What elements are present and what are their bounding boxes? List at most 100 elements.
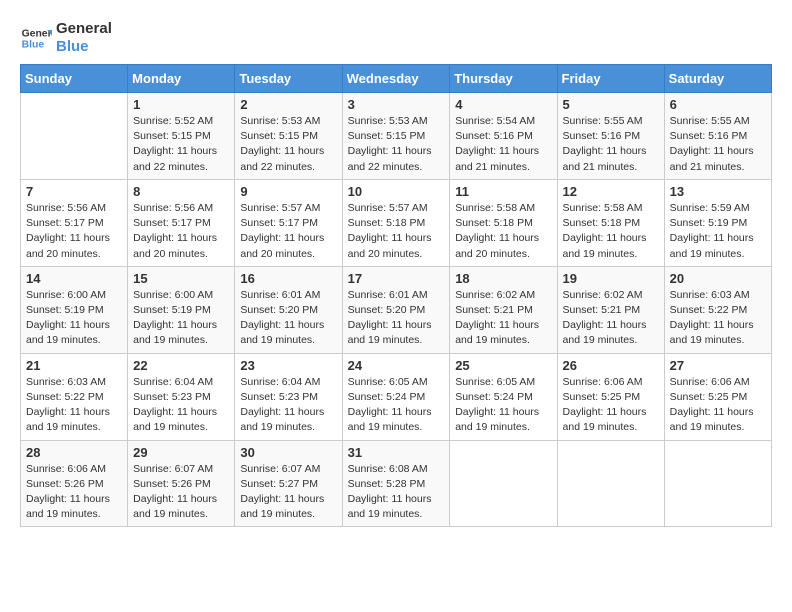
day-number: 6	[670, 97, 766, 112]
calendar-header-row: SundayMondayTuesdayWednesdayThursdayFrid…	[21, 65, 772, 93]
calendar-cell: 15Sunrise: 6:00 AM Sunset: 5:19 PM Dayli…	[128, 266, 235, 353]
day-number: 4	[455, 97, 551, 112]
svg-text:Blue: Blue	[22, 40, 45, 51]
calendar-cell: 5 Sunrise: 5:55 AM Sunset: 5:16 PM Daylig…	[557, 93, 664, 180]
day-info: Sunrise: 5:57 AM Sunset: 5:18 PM Dayligh…	[348, 201, 445, 262]
day-number: 20	[670, 271, 766, 286]
day-number: 21	[26, 358, 122, 373]
day-number: 31	[348, 445, 445, 460]
weekday-header-saturday: Saturday	[664, 65, 771, 93]
calendar-cell: 31 Sunrise: 6:08 AM Sunset: 5:28 PM Dayli…	[342, 440, 450, 527]
day-info: Sunrise: 5:58 AM Sunset: 5:18 PM Dayligh…	[563, 201, 659, 262]
calendar-cell: 18 Sunrise: 6:02 AM Sunset: 5:21 PM Dayli…	[450, 266, 557, 353]
calendar-cell: 13 Sunrise: 5:59 AM Sunset: 5:19 PM Dayli…	[664, 179, 771, 266]
day-number: 12	[563, 184, 659, 199]
calendar-cell: 29 Sunrise: 6:07 AM Sunset: 5:26 PM Dayli…	[128, 440, 235, 527]
calendar-cell: 21 Sunrise: 6:03 AM Sunset: 5:22 PM Dayli…	[21, 353, 128, 440]
weekday-header-wednesday: Wednesday	[342, 65, 450, 93]
calendar-cell: 26 Sunrise: 6:06 AM Sunset: 5:25 PM Dayli…	[557, 353, 664, 440]
day-info: Sunrise: 5:55 AM Sunset: 5:16 PM Dayligh…	[563, 114, 659, 175]
day-info: Sunrise: 6:01 AM Sunset: 5:20 PM Dayligh…	[240, 288, 336, 349]
day-info: Sunrise: 6:02 AM Sunset: 5:21 PM Dayligh…	[455, 288, 551, 349]
day-info: Sunrise: 6:03 AM Sunset: 5:22 PM Dayligh…	[26, 375, 122, 436]
calendar-week-row: 1 Sunrise: 5:52 AM Sunset: 5:15 PM Daylig…	[21, 93, 772, 180]
day-number: 18	[455, 271, 551, 286]
day-info: Sunrise: 6:03 AM Sunset: 5:22 PM Dayligh…	[670, 288, 766, 349]
day-info: Sunrise: 5:53 AM Sunset: 5:15 PM Dayligh…	[348, 114, 445, 175]
day-number: 24	[348, 358, 445, 373]
day-info: Sunrise: 6:06 AM Sunset: 5:25 PM Dayligh…	[563, 375, 659, 436]
calendar-cell	[557, 440, 664, 527]
calendar-cell: 2 Sunrise: 5:53 AM Sunset: 5:15 PM Daylig…	[235, 93, 342, 180]
day-info: Sunrise: 6:00 AM Sunset: 5:19 PM Dayligh…	[26, 288, 122, 349]
day-number: 26	[563, 358, 659, 373]
calendar-cell	[664, 440, 771, 527]
day-info: Sunrise: 6:07 AM Sunset: 5:27 PM Dayligh…	[240, 462, 336, 523]
calendar-cell: 10Sunrise: 5:57 AM Sunset: 5:18 PM Dayli…	[342, 179, 450, 266]
day-number: 19	[563, 271, 659, 286]
day-number: 2	[240, 97, 336, 112]
logo-blue: Blue	[56, 38, 112, 56]
calendar-week-row: 21 Sunrise: 6:03 AM Sunset: 5:22 PM Dayli…	[21, 353, 772, 440]
day-number: 13	[670, 184, 766, 199]
day-info: Sunrise: 6:05 AM Sunset: 5:24 PM Dayligh…	[348, 375, 445, 436]
day-number: 25	[455, 358, 551, 373]
day-info: Sunrise: 5:54 AM Sunset: 5:16 PM Dayligh…	[455, 114, 551, 175]
day-number: 22	[133, 358, 229, 373]
day-info: Sunrise: 5:58 AM Sunset: 5:18 PM Dayligh…	[455, 201, 551, 262]
day-info: Sunrise: 6:01 AM Sunset: 5:20 PM Dayligh…	[348, 288, 445, 349]
day-number: 27	[670, 358, 766, 373]
calendar-cell: 8Sunrise: 5:56 AM Sunset: 5:17 PM Daylig…	[128, 179, 235, 266]
day-info: Sunrise: 6:07 AM Sunset: 5:26 PM Dayligh…	[133, 462, 229, 523]
calendar-cell: 11 Sunrise: 5:58 AM Sunset: 5:18 PM Dayli…	[450, 179, 557, 266]
calendar-cell: 16 Sunrise: 6:01 AM Sunset: 5:20 PM Dayli…	[235, 266, 342, 353]
day-number: 11	[455, 184, 551, 199]
calendar-week-row: 28 Sunrise: 6:06 AM Sunset: 5:26 PM Dayli…	[21, 440, 772, 527]
day-info: Sunrise: 5:59 AM Sunset: 5:19 PM Dayligh…	[670, 201, 766, 262]
weekday-header-sunday: Sunday	[21, 65, 128, 93]
day-info: Sunrise: 5:53 AM Sunset: 5:15 PM Dayligh…	[240, 114, 336, 175]
day-info: Sunrise: 5:56 AM Sunset: 5:17 PM Dayligh…	[133, 201, 229, 262]
weekday-header-friday: Friday	[557, 65, 664, 93]
calendar-cell: 1 Sunrise: 5:52 AM Sunset: 5:15 PM Daylig…	[128, 93, 235, 180]
calendar-cell: 23 Sunrise: 6:04 AM Sunset: 5:23 PM Dayli…	[235, 353, 342, 440]
day-info: Sunrise: 6:02 AM Sunset: 5:21 PM Dayligh…	[563, 288, 659, 349]
calendar-cell: 12 Sunrise: 5:58 AM Sunset: 5:18 PM Dayli…	[557, 179, 664, 266]
calendar-cell: 17Sunrise: 6:01 AM Sunset: 5:20 PM Dayli…	[342, 266, 450, 353]
day-number: 23	[240, 358, 336, 373]
day-number: 3	[348, 97, 445, 112]
day-info: Sunrise: 6:00 AM Sunset: 5:19 PM Dayligh…	[133, 288, 229, 349]
calendar-cell: 19 Sunrise: 6:02 AM Sunset: 5:21 PM Dayli…	[557, 266, 664, 353]
day-number: 16	[240, 271, 336, 286]
day-info: Sunrise: 5:57 AM Sunset: 5:17 PM Dayligh…	[240, 201, 336, 262]
day-number: 1	[133, 97, 229, 112]
calendar-cell: 6 Sunrise: 5:55 AM Sunset: 5:16 PM Daylig…	[664, 93, 771, 180]
calendar-cell: 4 Sunrise: 5:54 AM Sunset: 5:16 PM Daylig…	[450, 93, 557, 180]
page-header: General Blue General Blue	[20, 20, 772, 56]
calendar-cell: 14Sunrise: 6:00 AM Sunset: 5:19 PM Dayli…	[21, 266, 128, 353]
day-number: 30	[240, 445, 336, 460]
day-info: Sunrise: 6:04 AM Sunset: 5:23 PM Dayligh…	[240, 375, 336, 436]
day-info: Sunrise: 5:55 AM Sunset: 5:16 PM Dayligh…	[670, 114, 766, 175]
day-info: Sunrise: 5:52 AM Sunset: 5:15 PM Dayligh…	[133, 114, 229, 175]
day-info: Sunrise: 6:06 AM Sunset: 5:25 PM Dayligh…	[670, 375, 766, 436]
calendar-table: SundayMondayTuesdayWednesdayThursdayFrid…	[20, 64, 772, 527]
calendar-cell	[450, 440, 557, 527]
weekday-header-thursday: Thursday	[450, 65, 557, 93]
calendar-cell: 24 Sunrise: 6:05 AM Sunset: 5:24 PM Dayli…	[342, 353, 450, 440]
calendar-cell: 7Sunrise: 5:56 AM Sunset: 5:17 PM Daylig…	[21, 179, 128, 266]
day-number: 9	[240, 184, 336, 199]
day-number: 5	[563, 97, 659, 112]
calendar-cell: 27 Sunrise: 6:06 AM Sunset: 5:25 PM Dayli…	[664, 353, 771, 440]
day-number: 29	[133, 445, 229, 460]
day-info: Sunrise: 6:04 AM Sunset: 5:23 PM Dayligh…	[133, 375, 229, 436]
day-info: Sunrise: 6:06 AM Sunset: 5:26 PM Dayligh…	[26, 462, 122, 523]
day-info: Sunrise: 5:56 AM Sunset: 5:17 PM Dayligh…	[26, 201, 122, 262]
day-info: Sunrise: 6:08 AM Sunset: 5:28 PM Dayligh…	[348, 462, 445, 523]
calendar-cell: 25Sunrise: 6:05 AM Sunset: 5:24 PM Dayli…	[450, 353, 557, 440]
calendar-cell: 30 Sunrise: 6:07 AM Sunset: 5:27 PM Dayli…	[235, 440, 342, 527]
day-number: 28	[26, 445, 122, 460]
calendar-cell: 22 Sunrise: 6:04 AM Sunset: 5:23 PM Dayli…	[128, 353, 235, 440]
logo: General Blue General Blue	[20, 20, 112, 56]
calendar-cell: 20 Sunrise: 6:03 AM Sunset: 5:22 PM Dayli…	[664, 266, 771, 353]
